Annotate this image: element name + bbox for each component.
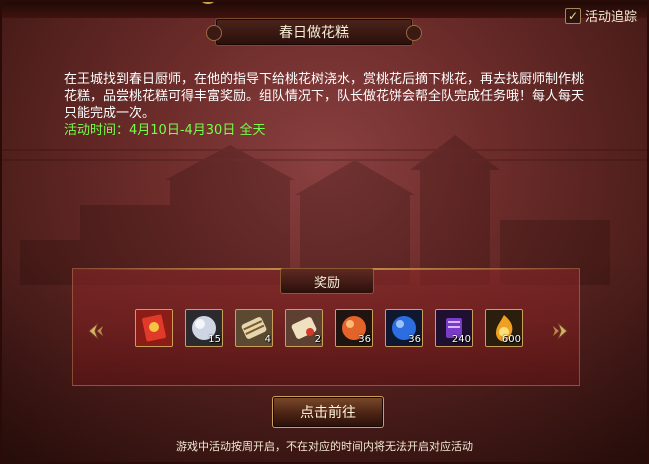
reward-item[interactable]: 600	[485, 309, 523, 347]
background-castle-art	[0, 135, 649, 285]
go-button[interactable]: 点击前往	[272, 396, 384, 428]
description-text: 在王城找到春日厨师，在他的指导下给桃花树浇水，赏桃花后摘下桃花，再去找厨师制作桃…	[64, 72, 585, 121]
reward-count: 15	[208, 334, 221, 345]
activity-time-label: 活动时间：	[64, 123, 130, 138]
reward-item[interactable]: 36	[385, 309, 423, 347]
red-envelope-icon	[136, 310, 172, 346]
reward-count: 36	[408, 334, 421, 345]
activity-panel: ✓ 活动追踪 春日做花糕 在王城找到春日厨师，在他的指导下给桃花树浇水，赏桃花后…	[0, 0, 649, 464]
reward-items: 15 4 2 36 36 240 600	[135, 309, 525, 349]
checkmark-icon: ✓	[567, 8, 579, 23]
reward-count: 4	[264, 334, 271, 345]
activity-time: 活动时间：4月10日-4月30日 全天	[64, 122, 584, 139]
reward-item[interactable]: 4	[235, 309, 273, 347]
page-title: 春日做花糕	[206, 18, 422, 46]
reward-item[interactable]: 15	[185, 309, 223, 347]
next-arrow-icon[interactable]	[550, 320, 572, 342]
rewards-header: 奖励	[280, 268, 374, 294]
reward-count: 2	[314, 334, 321, 345]
schedule-notice: 游戏中活动按周开启，不在对应的时间内将无法开启对应活动	[176, 440, 473, 453]
tracking-label: 活动追踪	[584, 10, 637, 25]
go-button-label: 点击前往	[300, 405, 356, 421]
reward-count: 36	[358, 334, 371, 345]
reward-count: 240	[451, 334, 471, 345]
activity-description: 在王城找到春日厨师，在他的指导下给桃花树浇水，赏桃花后摘下桃花，再去找厨师制作桃…	[64, 71, 584, 139]
rewards-header-text: 奖励	[313, 275, 340, 291]
prev-arrow-icon[interactable]	[84, 320, 106, 342]
page-title-text: 春日做花糕	[279, 25, 349, 41]
reward-item[interactable]: 36	[335, 309, 373, 347]
activity-tracking-toggle[interactable]: ✓ 活动追踪	[564, 6, 637, 25]
reward-item[interactable]: 240	[435, 309, 473, 347]
tracking-checkbox[interactable]: ✓	[564, 7, 581, 24]
top-strip	[0, 0, 649, 18]
reward-item[interactable]	[135, 309, 173, 347]
reward-item[interactable]: 2	[285, 309, 323, 347]
activity-time-value: 4月10日-4月30日 全天	[129, 123, 266, 138]
reward-count: 600	[501, 334, 521, 345]
